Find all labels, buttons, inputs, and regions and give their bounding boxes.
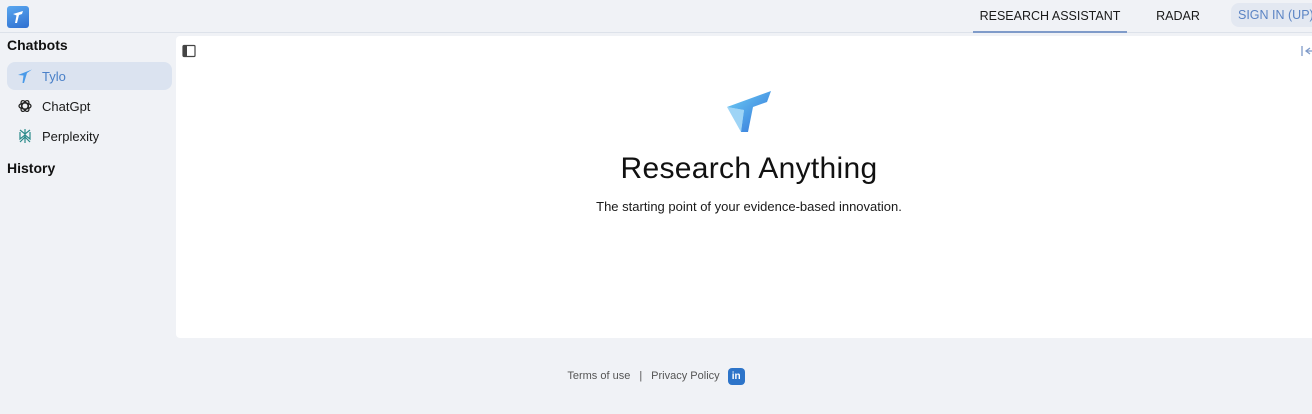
sign-in-button[interactable]: SIGN IN (UP) [1231, 3, 1312, 27]
sidebar-item-label: Perplexity [42, 128, 100, 144]
tylo-logo-icon[interactable] [7, 6, 29, 28]
sidebar: Chatbots Tylo ChatGpt Perplexity History [0, 34, 176, 338]
sidebar-item-tylo[interactable]: Tylo [7, 62, 172, 90]
footer-separator: | [639, 370, 643, 382]
tab-radar[interactable]: RADAR [1140, 0, 1216, 33]
sidebar-item-perplexity[interactable]: Perplexity [7, 122, 172, 150]
footer: Terms of use | Privacy Policy in [0, 366, 1312, 386]
chatgpt-icon [17, 98, 33, 114]
sidebar-toggle-icon[interactable] [182, 44, 196, 58]
collapse-arrow-icon[interactable] [1300, 44, 1312, 58]
tab-research-assistant[interactable]: RESEARCH ASSISTANT [973, 0, 1127, 33]
sidebar-item-label: Tylo [42, 68, 66, 84]
sidebar-item-chatgpt[interactable]: ChatGpt [7, 92, 172, 120]
sidebar-item-label: ChatGpt [42, 98, 91, 114]
tylo-hero-logo-icon [725, 90, 773, 134]
chatbots-heading: Chatbots [7, 37, 68, 53]
page-subtitle: The starting point of your evidence-base… [596, 199, 902, 214]
terms-of-use-link[interactable]: Terms of use [567, 370, 630, 382]
privacy-policy-link[interactable]: Privacy Policy [651, 370, 719, 382]
top-bar: RESEARCH ASSISTANT RADAR SIGN IN (UP) [0, 0, 1312, 33]
page-title: Research Anything [620, 152, 878, 185]
tylo-icon [17, 68, 33, 84]
history-heading: History [7, 160, 56, 176]
linkedin-icon[interactable]: in [727, 367, 745, 385]
main-panel: Research Anything The starting point of … [176, 36, 1312, 338]
perplexity-icon [17, 128, 33, 144]
